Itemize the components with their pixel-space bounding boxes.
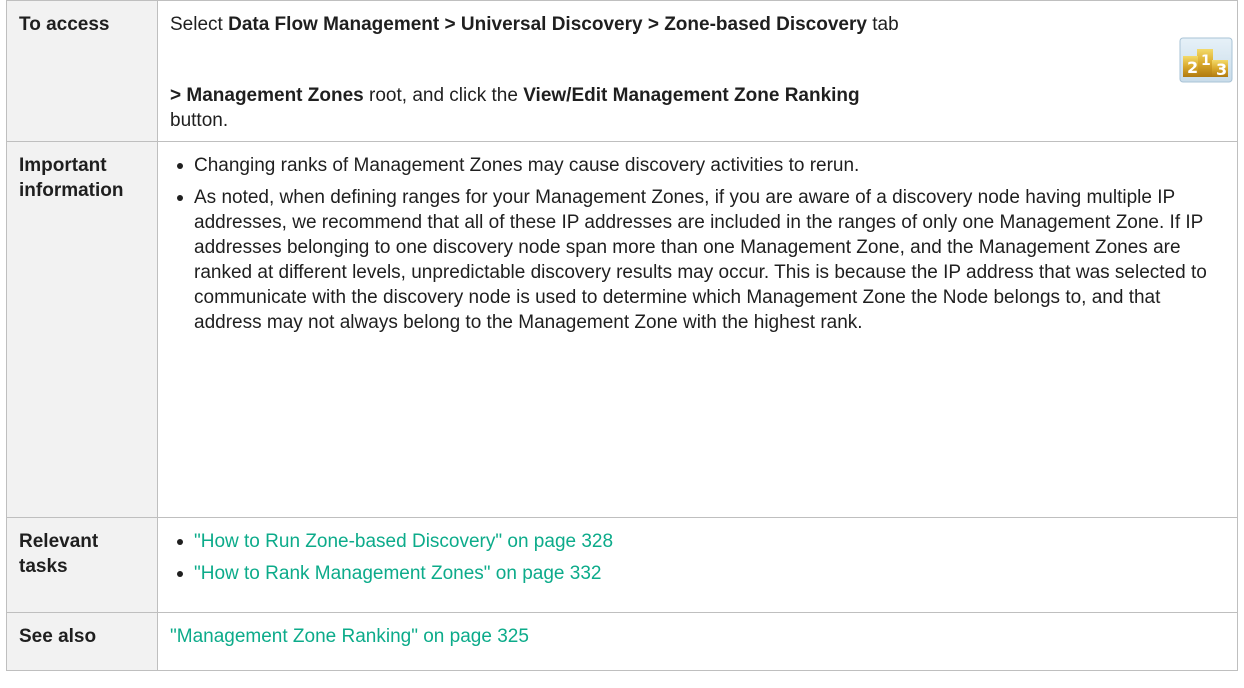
row-header-relevant-tasks: Relevant tasks: [6, 517, 158, 613]
access-button-word: button.: [170, 110, 229, 131]
row-important-information: Important information Changing ranks of …: [6, 141, 1238, 518]
info-bullet: As noted, when defining ranges for your …: [170, 185, 1225, 335]
see-also-cell: "Management Zone Ranking" on page 325: [157, 612, 1238, 671]
info-bullet-text: Changing ranks of Management Zones may c…: [194, 155, 860, 176]
info-bullet: Changing ranks of Management Zones may c…: [170, 153, 1225, 178]
access-line-2: > Management Zones root, and click the V…: [170, 37, 1233, 133]
access-line-1: Select Data Flow Management > Universal …: [170, 12, 1225, 37]
info-table: To access Select Data Flow Management > …: [6, 0, 1238, 671]
row-header-important-information: Important information: [6, 141, 158, 518]
svg-text:2: 2: [1187, 58, 1198, 77]
row-see-also: See also "Management Zone Ranking" on pa…: [6, 612, 1238, 671]
link-run-zone-based-discovery[interactable]: "How to Run Zone-based Discovery" on pag…: [194, 531, 613, 552]
access-button-name: View/Edit Management Zone Ranking: [523, 85, 860, 106]
access-menu-path: Data Flow Management > Universal Discove…: [228, 14, 867, 35]
task-item: "How to Rank Management Zones" on page 3…: [170, 561, 1225, 586]
row-relevant-tasks: Relevant tasks "How to Run Zone-based Di…: [6, 517, 1238, 613]
bullet-dot-icon: [177, 195, 183, 201]
row-to-access: To access Select Data Flow Management > …: [6, 0, 1238, 142]
info-bullet-list: Changing ranks of Management Zones may c…: [170, 153, 1225, 335]
link-rank-management-zones[interactable]: "How to Rank Management Zones" on page 3…: [194, 563, 601, 584]
info-cell: Changing ranks of Management Zones may c…: [157, 141, 1238, 518]
link-management-zone-ranking[interactable]: "Management Zone Ranking" on page 325: [170, 626, 529, 647]
access-select-text: Select: [170, 14, 229, 35]
access-root-click-text: root, and click the: [363, 85, 524, 106]
task-item: "How to Run Zone-based Discovery" on pag…: [170, 529, 1225, 554]
access-mz-root: > Management Zones: [170, 85, 364, 106]
svg-text:3: 3: [1216, 60, 1227, 79]
row-header-to-access: To access: [6, 0, 158, 142]
access-tab-text: tab: [866, 14, 899, 35]
ranking-icon[interactable]: 2 1 3: [1179, 37, 1233, 83]
row-header-see-also: See also: [6, 612, 158, 671]
tasks-cell: "How to Run Zone-based Discovery" on pag…: [157, 517, 1238, 613]
tasks-link-list: "How to Run Zone-based Discovery" on pag…: [170, 529, 1225, 586]
info-bullet-text: As noted, when defining ranges for your …: [194, 187, 1207, 333]
bullet-dot-icon: [177, 163, 183, 169]
access-cell: Select Data Flow Management > Universal …: [157, 0, 1238, 142]
bullet-dot-icon: [177, 539, 183, 545]
bullet-dot-icon: [177, 571, 183, 577]
svg-text:1: 1: [1201, 53, 1211, 69]
